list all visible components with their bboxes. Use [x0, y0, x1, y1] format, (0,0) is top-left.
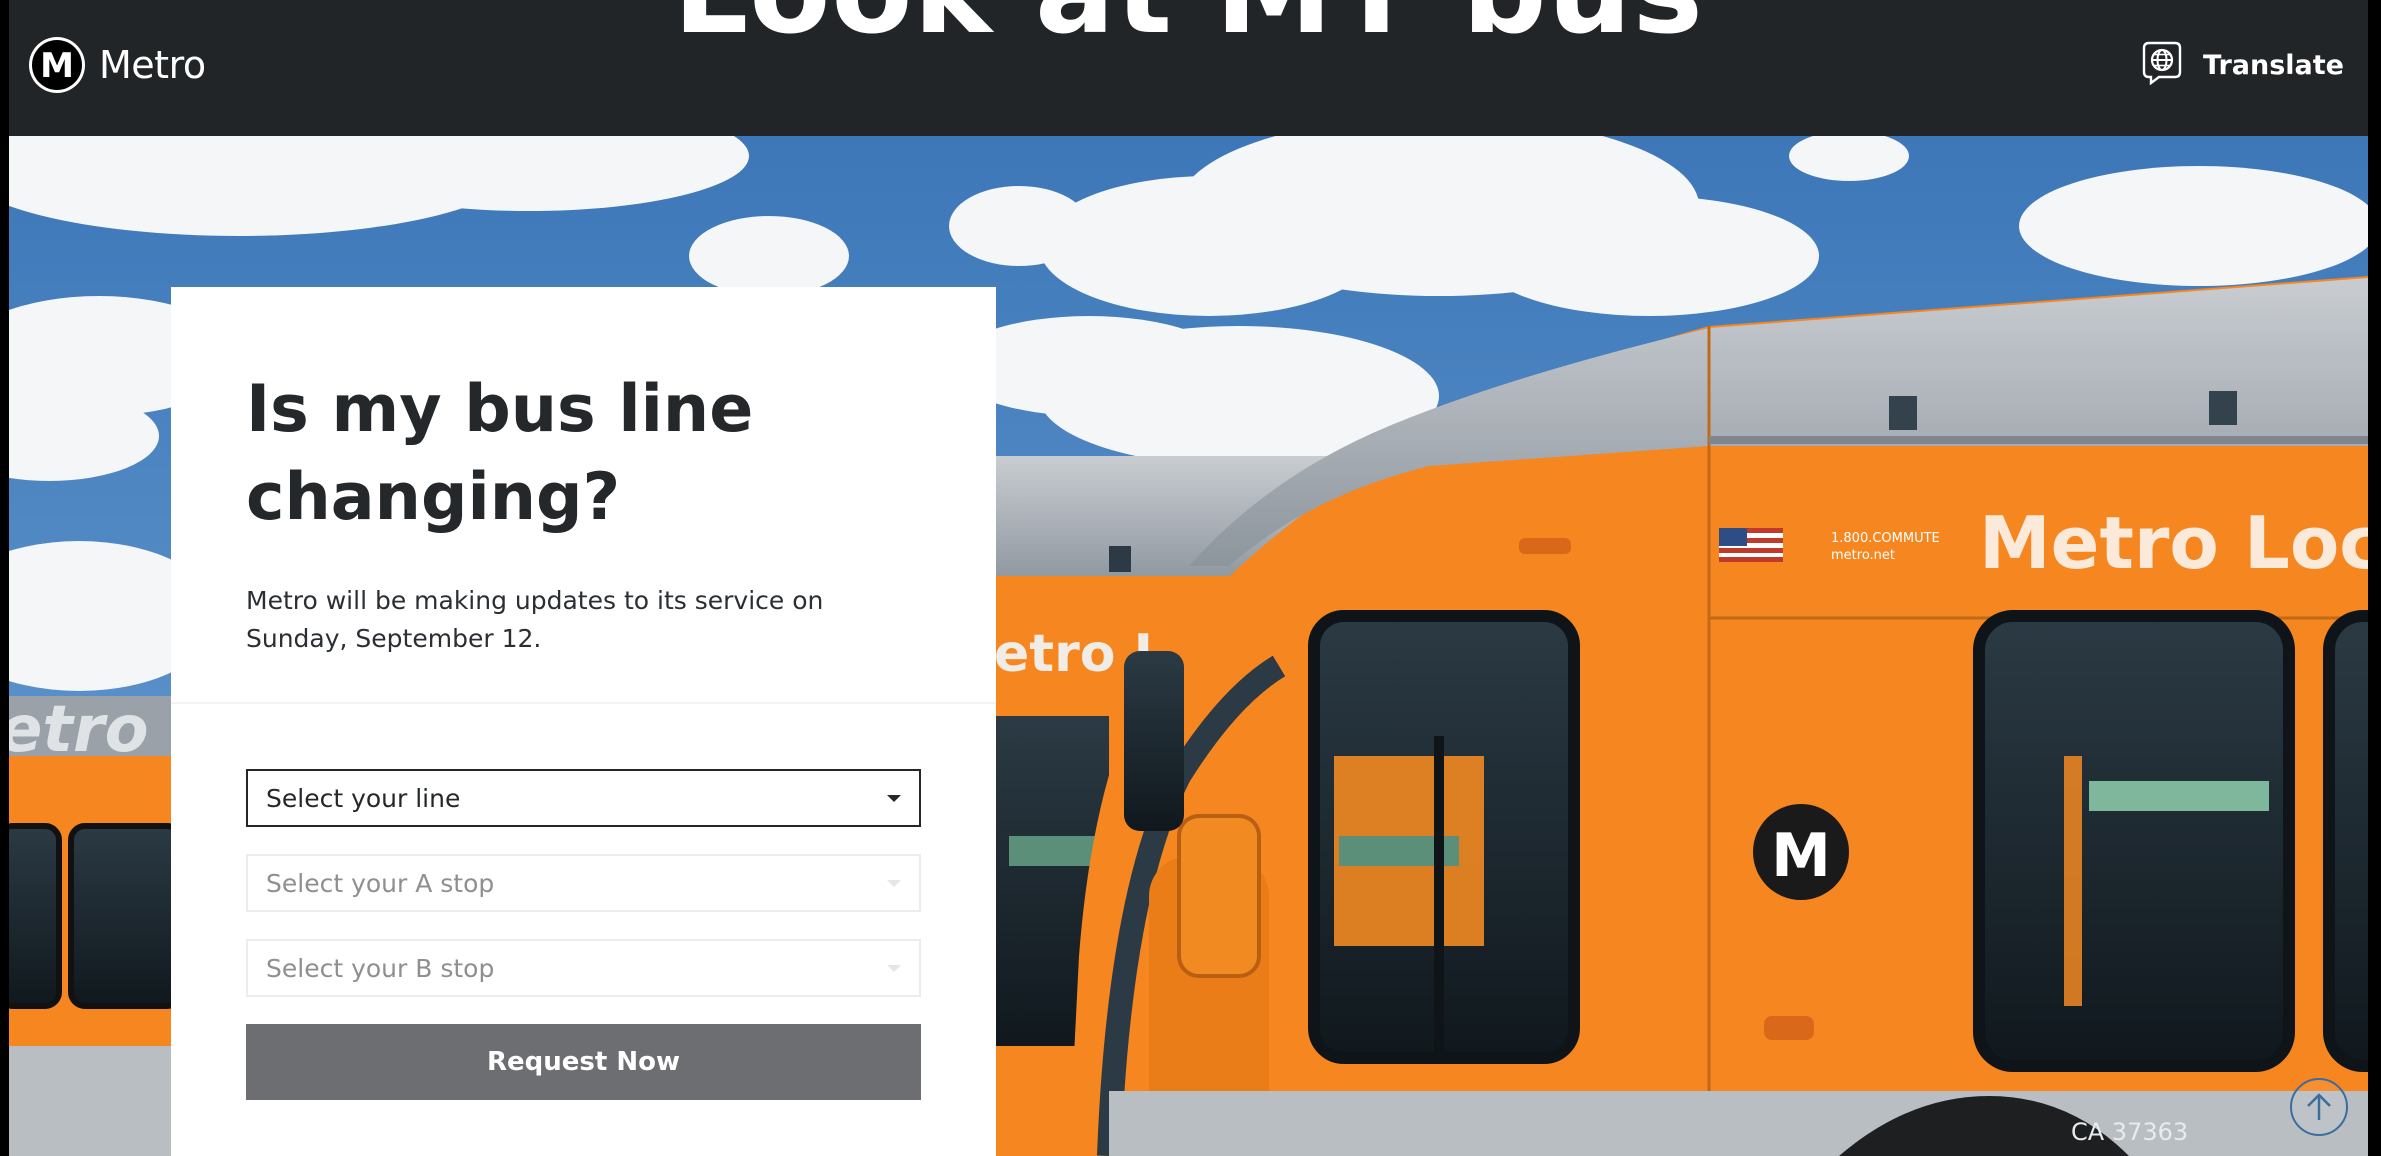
panel-description: Metro will be making updates to its serv…	[246, 586, 824, 653]
line-change-panel: Is my bus line changing? Metro will be m…	[171, 287, 996, 1156]
site-header: Look at MY bus M Metro	[9, 0, 2368, 136]
bus-badge-letter: M	[1771, 821, 1831, 891]
page: Look at MY bus M Metro	[9, 0, 2368, 1156]
stop-b-select[interactable]: Select your B stop	[246, 939, 921, 997]
bus-front-text: Metro Loca	[1979, 501, 2368, 585]
metro-logo-icon: M	[29, 37, 85, 93]
scroll-to-top-icon	[2307, 1093, 2331, 1120]
stop-a-select-value: Select your A stop	[266, 868, 495, 898]
metro-logo-link[interactable]: M Metro	[29, 37, 206, 93]
heading-line-1: Is my bus line	[246, 372, 754, 447]
heading-line-2: changing?	[246, 460, 621, 535]
hero-image: etro etro L 1.800.COMMUTE metro.net Metr…	[9, 136, 2368, 1156]
translate-label: Translate	[2203, 50, 2344, 81]
stop-a-select[interactable]: Select your A stop	[246, 854, 921, 912]
bus-phone: 1.800.COMMUTE	[1831, 531, 1940, 546]
chevron-down-icon	[887, 794, 901, 802]
panel-heading: Is my bus line changing?	[246, 366, 921, 542]
overlay-title: Look at MY bus	[9, 0, 2368, 60]
panel-divider	[171, 702, 996, 704]
line-select[interactable]: Select your line	[246, 769, 921, 827]
bus-web: metro.net	[1831, 548, 1895, 563]
bus-flag	[1719, 528, 1783, 562]
stop-b-select-value: Select your B stop	[266, 953, 495, 983]
translate-icon	[2141, 40, 2183, 91]
request-now-button[interactable]: Request Now	[246, 1024, 921, 1100]
scroll-to-top-button[interactable]	[2290, 1078, 2348, 1136]
chevron-down-icon	[887, 964, 901, 972]
bus-plate: CA 37363	[2071, 1118, 2188, 1146]
logo-wordmark: Metro	[99, 43, 206, 87]
line-select-value: Select your line	[266, 783, 461, 813]
chevron-down-icon	[887, 879, 901, 887]
translate-button[interactable]: Translate	[2141, 40, 2344, 91]
bus-left-text: etro	[9, 693, 149, 767]
logo-letter: M	[40, 46, 74, 86]
